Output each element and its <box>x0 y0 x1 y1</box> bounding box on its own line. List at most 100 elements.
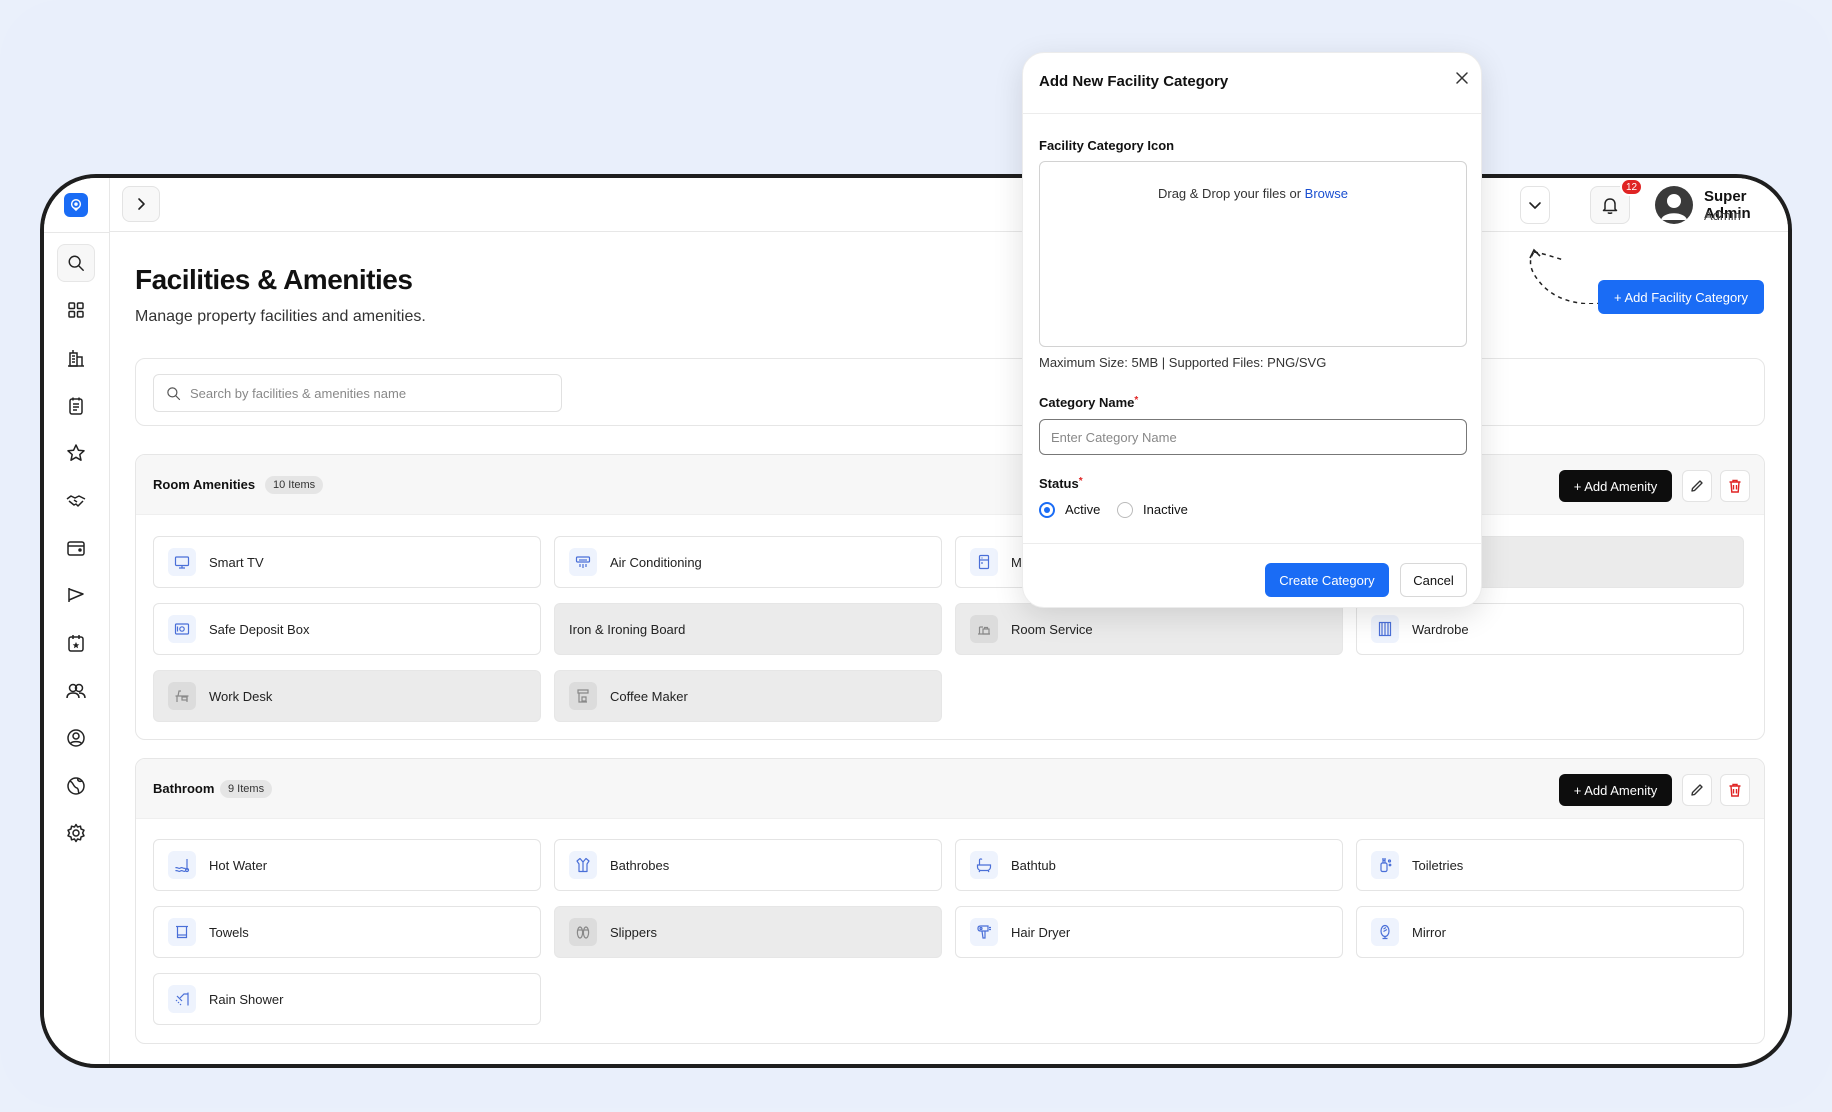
amenity-label: Smart TV <box>209 554 264 570</box>
dashboard-icon[interactable] <box>66 300 86 320</box>
section-count-badge: 9 Items <box>220 780 273 798</box>
add-amenity-button[interactable]: + Add Amenity <box>1559 774 1672 806</box>
amenity-item[interactable]: Safe Deposit Box <box>153 603 541 655</box>
amenity-item[interactable]: Bathtub <box>955 839 1343 891</box>
star-icon[interactable] <box>66 443 86 463</box>
search-input[interactable] <box>190 385 530 401</box>
upload-hint: Maximum Size: 5MB | Supported Files: PNG… <box>1039 355 1327 370</box>
sidebar-search-button[interactable] <box>57 244 95 282</box>
dropzone-text: Drag & Drop your files or Browse <box>1040 186 1466 201</box>
ac-icon <box>569 548 597 576</box>
toiletries-icon <box>1371 851 1399 879</box>
bell-icon <box>1602 198 1618 214</box>
amenity-label: Slippers <box>610 924 657 940</box>
amenity-item[interactable]: Towels <box>153 906 541 958</box>
mirror-icon <box>1371 918 1399 946</box>
app-logo-icon[interactable] <box>64 193 88 217</box>
delete-section-button[interactable] <box>1720 774 1750 806</box>
amenity-label: Bathrobes <box>610 857 670 873</box>
user-role: Admin <box>1704 208 1741 223</box>
category-name-input[interactable] <box>1039 419 1467 455</box>
modal-divider <box>1023 113 1481 114</box>
amenity-item[interactable]: Coffee Maker <box>554 670 942 722</box>
avatar[interactable] <box>1655 186 1693 224</box>
search-icon <box>68 255 84 271</box>
amenity-label: Mirror <box>1412 924 1446 940</box>
search-box[interactable] <box>153 374 562 412</box>
amenity-item[interactable]: Room Service <box>955 603 1343 655</box>
modal-close-button[interactable] <box>1451 67 1473 89</box>
amenity-item[interactable]: Air Conditioning <box>554 536 942 588</box>
status-inactive-label[interactable]: Inactive <box>1143 502 1188 517</box>
status-active-radio[interactable] <box>1039 502 1055 518</box>
amenity-item[interactable]: Slippers <box>554 906 942 958</box>
modal-title: Add New Facility Category <box>1039 73 1229 90</box>
section-bathroom: Bathroom 9 Items + Add Amenity Hot Water… <box>135 758 1765 1044</box>
handshake-icon[interactable] <box>66 491 86 511</box>
amenity-label: Hot Water <box>209 857 268 873</box>
amenity-item[interactable]: Toiletries <box>1356 839 1744 891</box>
amenity-label: Room Service <box>1011 621 1093 637</box>
section-header: Bathroom 9 Items + Add Amenity <box>136 759 1764 819</box>
clipboard-icon[interactable] <box>66 396 86 416</box>
create-category-button[interactable]: Create Category <box>1265 563 1389 597</box>
users-icon[interactable] <box>66 681 86 701</box>
edit-section-button[interactable] <box>1682 774 1712 806</box>
megaphone-icon[interactable] <box>66 585 86 605</box>
browse-link[interactable]: Browse <box>1305 186 1348 201</box>
search-panel <box>135 358 1765 426</box>
sidebar-expand-button[interactable] <box>122 186 160 222</box>
amenity-label: Iron & Ironing Board <box>569 621 686 637</box>
slippers-icon <box>569 918 597 946</box>
hot-water-icon <box>168 851 196 879</box>
user-avatar-icon <box>1661 194 1687 220</box>
amenity-item[interactable]: Bathrobes <box>554 839 942 891</box>
status-active-label[interactable]: Active <box>1065 502 1100 517</box>
delete-section-button[interactable] <box>1720 470 1750 502</box>
bathrobe-icon <box>569 851 597 879</box>
close-icon <box>1456 72 1468 84</box>
safe-icon <box>168 615 196 643</box>
amenity-item[interactable]: Smart TV <box>153 536 541 588</box>
amenity-label: Wardrobe <box>1412 621 1469 637</box>
hair-dryer-icon <box>970 918 998 946</box>
icon-dropzone[interactable]: Drag & Drop your files or Browse <box>1039 161 1467 347</box>
calendar-star-icon[interactable] <box>66 633 86 653</box>
property-dropdown-button[interactable] <box>1520 186 1550 224</box>
category-name-label: Category Name* <box>1039 395 1138 410</box>
cancel-button[interactable]: Cancel <box>1400 563 1467 597</box>
category-name-label-text: Category Name <box>1039 395 1135 410</box>
amenity-item[interactable]: Iron & Ironing Board <box>554 603 942 655</box>
app-window: 12 Super Admin Admin Facilities & Amenit… <box>40 174 1792 1068</box>
pencil-icon <box>1691 784 1703 796</box>
gear-icon[interactable] <box>66 823 86 843</box>
amenity-item[interactable]: Wardrobe <box>1356 603 1744 655</box>
required-marker: * <box>1134 395 1139 406</box>
bathtub-icon <box>970 851 998 879</box>
globe-icon[interactable] <box>66 776 86 796</box>
amenity-label: Safe Deposit Box <box>209 621 310 637</box>
chevron-right-icon <box>138 198 145 210</box>
amenity-item[interactable]: Rain Shower <box>153 973 541 1025</box>
icon-field-label: Facility Category Icon <box>1039 138 1175 153</box>
required-marker: * <box>1078 476 1083 487</box>
edit-section-button[interactable] <box>1682 470 1712 502</box>
user-circle-icon[interactable] <box>66 728 86 748</box>
add-facility-category-button[interactable]: + Add Facility Category <box>1598 280 1764 314</box>
tv-icon <box>168 548 196 576</box>
modal-footer-divider <box>1023 543 1481 544</box>
wallet-icon[interactable] <box>66 538 86 558</box>
section-room-amenities: Room Amenities 10 Items + Add Amenity Sm… <box>135 454 1765 740</box>
amenity-item[interactable]: Hair Dryer <box>955 906 1343 958</box>
amenity-item[interactable]: Hot Water <box>153 839 541 891</box>
trash-icon <box>1729 479 1741 493</box>
amenity-label: Work Desk <box>209 688 273 704</box>
add-amenity-button[interactable]: + Add Amenity <box>1559 470 1672 502</box>
amenity-item[interactable]: Work Desk <box>153 670 541 722</box>
amenity-item[interactable]: Mirror <box>1356 906 1744 958</box>
fridge-icon <box>970 548 998 576</box>
status-inactive-radio[interactable] <box>1117 502 1133 518</box>
building-icon[interactable] <box>66 348 86 368</box>
section-count-badge: 10 Items <box>265 476 324 494</box>
dropzone-instructions: Drag & Drop your files or <box>1157 186 1305 201</box>
